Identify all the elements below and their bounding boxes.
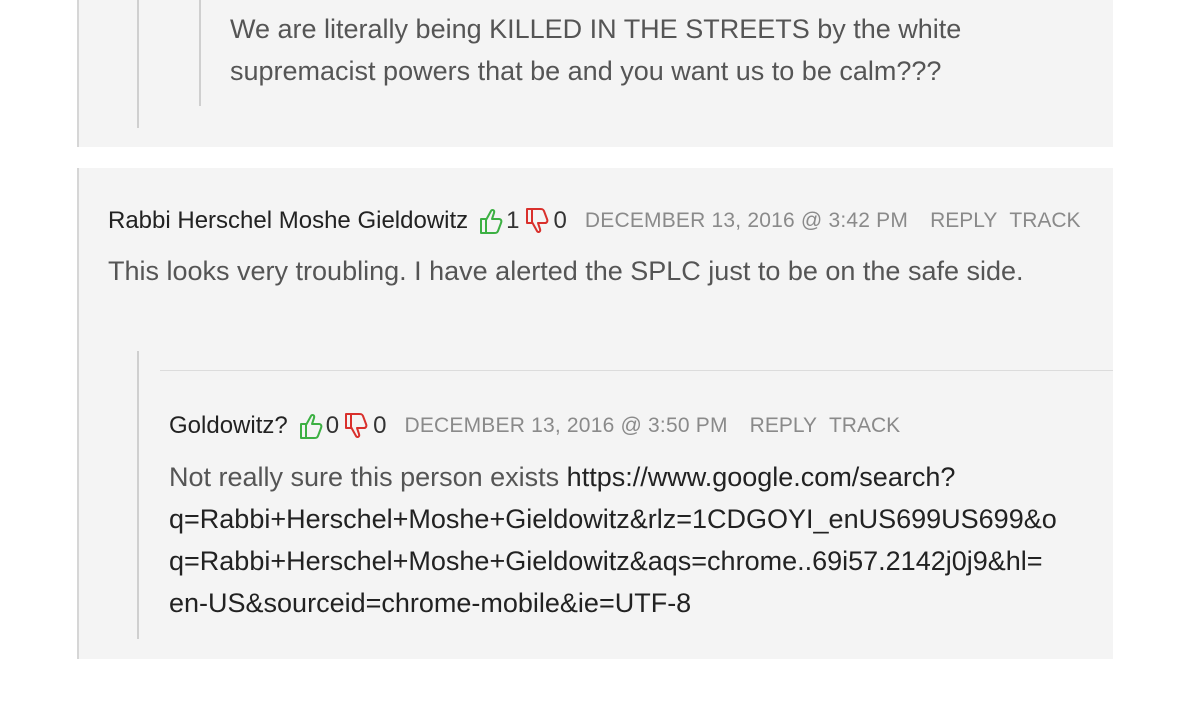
- search-link-line-3[interactable]: q=Rabbi+Herschel+Moshe+Gieldowitz&aqs=ch…: [169, 546, 1043, 576]
- reply-button[interactable]: REPLY: [930, 209, 997, 233]
- thumbs-up-icon[interactable]: [298, 411, 324, 441]
- thumbs-down-icon[interactable]: [524, 206, 550, 236]
- nested-thread-line: [199, 0, 201, 106]
- comment-body: This looks very troubling. I have alerte…: [108, 256, 1024, 286]
- reply-body-text: Not really sure this person exists: [169, 462, 560, 492]
- search-link[interactable]: https://www.google.com/search?: [567, 462, 956, 492]
- upvote-count: 0: [325, 412, 340, 439]
- search-link-line-2[interactable]: q=Rabbi+Herschel+Moshe+Gieldowitz&rlz=1C…: [169, 504, 1057, 534]
- upvote-count: 1: [506, 207, 520, 234]
- reply-thread-line: [137, 351, 139, 639]
- reply-author[interactable]: Goldowitz?: [169, 412, 288, 440]
- reply-meta: Goldowitz? 0 0 DECEMBER 13, 2016 @ 3:50 …: [169, 408, 900, 444]
- search-link-line-4[interactable]: en-US&sourceid=chrome-mobile&ie=UTF-8: [169, 588, 691, 618]
- thumbs-down-icon[interactable]: [343, 411, 369, 441]
- track-button[interactable]: TRACK: [829, 414, 900, 438]
- downvote-count: 0: [553, 207, 567, 234]
- comment-timestamp: DECEMBER 13, 2016 @ 3:42 PM: [584, 209, 909, 232]
- previous-comment-text: We are literally being KILLED IN THE STR…: [230, 14, 962, 86]
- thumbs-up-icon[interactable]: [478, 206, 504, 236]
- reply-divider: [160, 370, 1113, 371]
- comment-thread-page: We are literally being KILLED IN THE STR…: [0, 0, 1200, 707]
- reply-timestamp: DECEMBER 13, 2016 @ 3:50 PM: [404, 414, 728, 437]
- thread-line: [137, 0, 139, 128]
- track-button[interactable]: TRACK: [1009, 209, 1080, 233]
- comment-meta: Rabbi Herschel Moshe Gieldowitz 1 0 DECE…: [108, 203, 1081, 239]
- comment-author[interactable]: Rabbi Herschel Moshe Gieldowitz: [108, 207, 468, 235]
- reply-body: Not really sure this person exists https…: [169, 456, 1104, 624]
- downvote-count: 0: [373, 412, 387, 439]
- reply-button[interactable]: REPLY: [750, 414, 817, 438]
